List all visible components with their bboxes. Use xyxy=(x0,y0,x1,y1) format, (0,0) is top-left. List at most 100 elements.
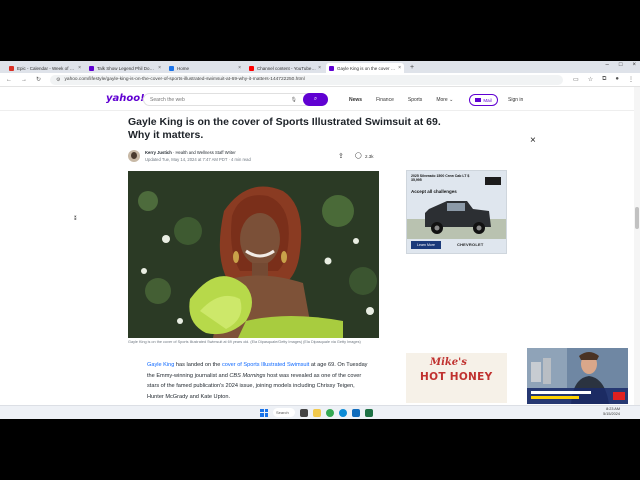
tab-title: Talk Show Legend Phil Donahu... xyxy=(97,65,156,71)
task-view-icon[interactable] xyxy=(300,408,308,417)
close-tab-icon[interactable]: × xyxy=(158,65,161,71)
menu-icon[interactable]: ⋮ xyxy=(628,76,634,83)
signin-link[interactable]: Sign in xyxy=(508,97,523,103)
browser-tab[interactable]: Talk Show Legend Phil Donahu...× xyxy=(86,63,164,73)
screen: Epic - Calendar - Week of M... × Talk Sho… xyxy=(0,61,640,419)
scrollbar-thumb[interactable] xyxy=(635,207,639,229)
browser-tab-active[interactable]: Gayle King is on the cover of S... × xyxy=(326,63,404,73)
window-controls: – □ × xyxy=(606,62,636,68)
tab-favicon-icon xyxy=(89,65,94,71)
nav-finance[interactable]: Finance xyxy=(376,97,394,103)
ad-learn-more-button[interactable]: Learn More xyxy=(411,241,441,249)
ad-headline: Accept all challenges xyxy=(411,189,457,194)
tab-title: Gayle King is on the cover of S... xyxy=(337,65,397,71)
page-scrollbar[interactable] xyxy=(634,87,640,419)
bookmark-icon[interactable]: ☆ xyxy=(588,76,593,83)
byline: Kerry Justich · Health and Wellness Staf… xyxy=(145,150,236,155)
tab-favicon-icon xyxy=(9,65,14,71)
tab-title: Home xyxy=(177,65,190,71)
show-name: CBS Mornings xyxy=(229,372,266,379)
mail-label: Mail xyxy=(483,97,492,103)
tab-favicon-icon xyxy=(329,65,334,71)
system-tray-clock[interactable]: 8:23 AM 5/15/2024 xyxy=(603,407,620,417)
chrome-icon[interactable] xyxy=(326,408,334,417)
top-nav: News Finance Sports More ⌄ xyxy=(349,97,453,103)
search-button[interactable]: ⌕ xyxy=(303,93,328,106)
cast-icon[interactable]: ▭ xyxy=(573,76,579,83)
taskbar-search-label: Search xyxy=(276,410,289,415)
close-tab-icon[interactable]: × xyxy=(78,65,81,71)
para-text: has landed on the xyxy=(174,362,222,368)
clock-date: 5/15/2024 xyxy=(603,412,620,416)
minimize-icon[interactable]: – xyxy=(606,62,609,68)
comment-icon[interactable]: ◯ xyxy=(355,152,362,159)
tab-title: Channel content - YouTube St... xyxy=(257,65,317,71)
tab-title: Epic - Calendar - Week of M... xyxy=(17,65,77,71)
search-icon: ⌕ xyxy=(313,96,318,102)
mail-button[interactable]: Mail xyxy=(469,94,498,106)
nav-more[interactable]: More ⌄ xyxy=(436,97,453,103)
author-avatar[interactable] xyxy=(128,150,140,162)
reload-icon[interactable]: ↻ xyxy=(36,76,41,83)
back-icon[interactable]: ← xyxy=(6,77,12,83)
video-player[interactable] xyxy=(527,348,628,404)
article-paragraph: Gayle King has landed on the cover of Sp… xyxy=(147,360,372,402)
toolbar-icons: ▭ ☆ ⧉ ● ⋮ xyxy=(573,76,634,83)
video-frame-illustration xyxy=(527,348,628,404)
chevrolet-ad[interactable]: 2025 Silverado 1500 Crew Cab LT $ 35,995… xyxy=(406,170,507,254)
ad-brand: CHEVROLET xyxy=(457,242,484,247)
comment-count[interactable]: 2.3k xyxy=(365,154,374,159)
hero-photo-illustration xyxy=(128,171,379,338)
outlook-icon[interactable] xyxy=(352,408,360,417)
browser-tab[interactable]: Channel content - YouTube St... × xyxy=(246,63,324,73)
edge-icon[interactable] xyxy=(339,408,347,417)
share-icon[interactable]: ⇪ xyxy=(338,152,344,160)
file-explorer-icon[interactable] xyxy=(313,408,321,417)
article-headline: Gayle King is on the cover of Sports Ill… xyxy=(128,116,441,141)
tab-favicon-icon xyxy=(169,65,174,71)
image-caption: Gayle King is on the cover of Sports Ill… xyxy=(128,340,361,344)
microphone-icon[interactable]: 🎙 xyxy=(291,97,297,103)
browser-tab[interactable]: Epic - Calendar - Week of M... × xyxy=(6,63,84,73)
sports-illustrated-link[interactable]: cover of Sports Illustrated Swimsuit xyxy=(222,362,309,368)
new-tab-button[interactable]: + xyxy=(410,63,414,73)
close-tab-icon[interactable]: × xyxy=(398,65,401,71)
nav-sports[interactable]: Sports xyxy=(408,97,422,103)
browser-tab-strip: Epic - Calendar - Week of M... × Talk Sho… xyxy=(0,61,640,73)
ad-brand-script: Mike's xyxy=(430,357,467,368)
author-role: · Health and Wellness Staff Writer xyxy=(172,150,236,155)
profile-icon[interactable]: ● xyxy=(615,76,619,83)
browser-tab[interactable]: Home × xyxy=(166,63,244,73)
close-icon[interactable]: × xyxy=(530,135,536,146)
search-input[interactable]: Search the web 🎙 ⌕ xyxy=(143,93,328,106)
search-placeholder: Search the web xyxy=(150,96,185,103)
author-name[interactable]: Kerry Justich xyxy=(145,150,172,155)
url-text: yahoo.com/lifestyle/gayle-king-is-on-the… xyxy=(64,77,305,82)
address-bar: ← → ↻ ⚙ yahoo.com/lifestyle/gayle-king-i… xyxy=(0,73,640,87)
url-field[interactable]: ⚙ yahoo.com/lifestyle/gayle-king-is-on-t… xyxy=(50,74,564,85)
taskbar-search[interactable]: Search xyxy=(273,408,295,417)
hot-honey-ad[interactable]: Mike's HOT HONEY xyxy=(406,353,507,403)
ad-brand-name: HOT HONEY xyxy=(420,371,493,383)
mouse-cursor-icon: ⁑ xyxy=(74,216,77,222)
excel-icon[interactable] xyxy=(365,408,373,417)
close-window-icon[interactable]: × xyxy=(632,62,636,68)
extensions-icon[interactable]: ⧉ xyxy=(602,76,606,83)
windows-taskbar: Search 8:23 AM 5/15/2024 xyxy=(0,405,640,419)
taskbar-apps: Search xyxy=(260,408,373,417)
maximize-icon[interactable]: □ xyxy=(619,62,623,68)
yahoo-logo[interactable]: yahoo! xyxy=(106,93,145,104)
nav-news[interactable]: News xyxy=(349,97,362,103)
gayle-king-link[interactable]: Gayle King xyxy=(147,362,174,368)
hero-image xyxy=(128,171,379,338)
start-icon[interactable] xyxy=(260,408,268,417)
close-tab-icon[interactable]: × xyxy=(318,65,321,71)
yahoo-header: yahoo! Search the web 🎙 ⌕ News Finance S… xyxy=(0,87,640,111)
forward-icon[interactable]: → xyxy=(21,77,27,83)
tab-favicon-icon xyxy=(249,65,254,71)
ad-vehicle-price: 2025 Silverado 1500 Crew Cab LT $ 35,995 xyxy=(411,174,470,182)
site-info-icon[interactable]: ⚙ xyxy=(56,77,60,83)
close-tab-icon[interactable]: × xyxy=(238,65,241,71)
updated-timestamp: Updated Tue, May 14, 2024 at 7:47 AM PDT… xyxy=(145,157,251,162)
mail-icon xyxy=(475,98,482,102)
